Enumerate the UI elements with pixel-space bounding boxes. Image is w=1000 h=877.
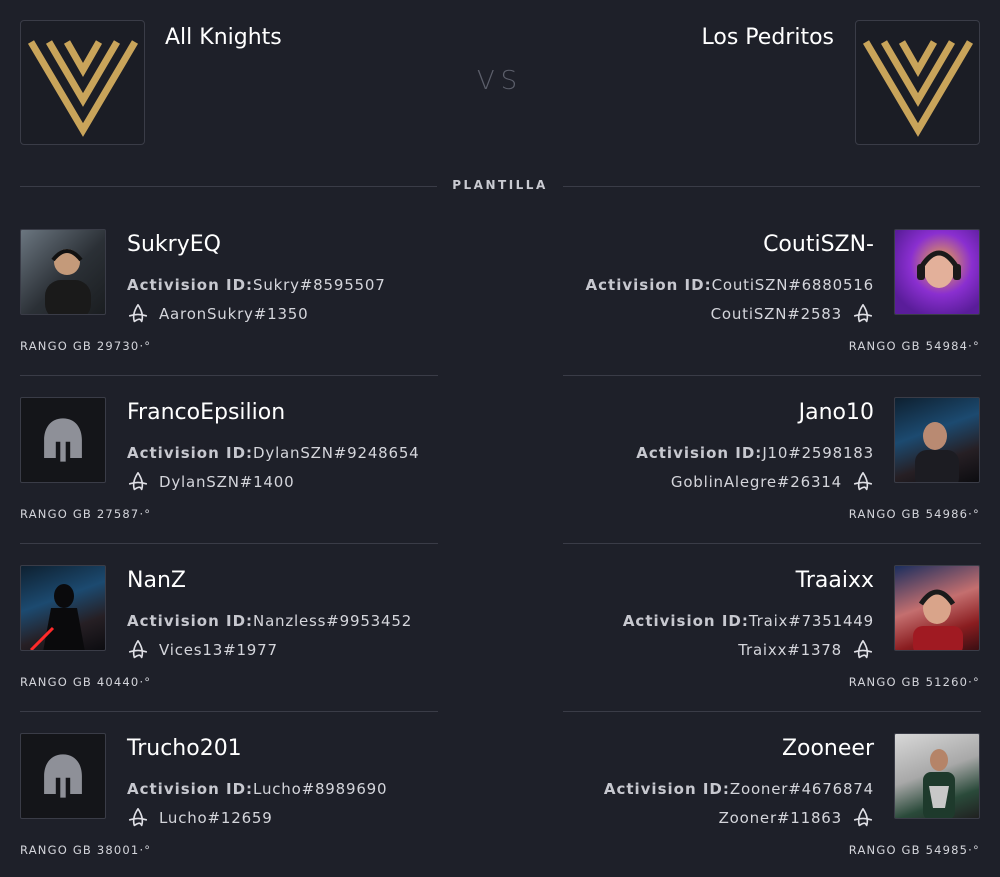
battlenet-icon: [853, 640, 873, 659]
player-name[interactable]: Traaixx: [796, 568, 874, 593]
player-name[interactable]: Jano10: [799, 400, 874, 425]
row-divider: [20, 711, 438, 712]
player-card-right-3[interactable]: Traaixx Activision ID:Traix#7351449 Trai…: [520, 565, 980, 705]
player-card-left-4[interactable]: Trucho201 Activision ID:Lucho#8989690 Lu…: [20, 733, 480, 873]
battlenet-id-value: Lucho#12659: [159, 809, 273, 827]
activision-id: Activision ID:DylanSZN#9248654: [127, 444, 420, 462]
battlenet-id: CoutiSZN#2583: [711, 303, 874, 325]
activision-id-value: Nanzless#9953452: [253, 612, 413, 630]
player-card-right-1[interactable]: CoutiSZN- Activision ID:CoutiSZN#6880516…: [520, 229, 980, 369]
team-b-logo[interactable]: [855, 20, 980, 145]
activision-id: Activision ID:Lucho#8989690: [127, 780, 387, 798]
row-divider: [20, 543, 438, 544]
activision-id: Activision ID:CoutiSZN#6880516: [586, 276, 874, 294]
helmet-icon: [44, 754, 82, 798]
activision-id-value: Sukry#8595507: [253, 276, 386, 294]
activision-id: Activision ID:Nanzless#9953452: [127, 612, 412, 630]
battlenet-icon: [128, 640, 148, 659]
player-name[interactable]: Zooneer: [782, 736, 874, 761]
player-name[interactable]: CoutiSZN-: [763, 232, 874, 257]
player-avatar[interactable]: [20, 229, 106, 315]
battlenet-id-value: GoblinAlegre#26314: [670, 473, 842, 491]
helmet-icon: [44, 418, 82, 462]
activision-id-label: Activision ID:: [127, 780, 254, 798]
activision-id: Activision ID:Sukry#8595507: [127, 276, 386, 294]
activision-id-label: Activision ID:: [127, 444, 254, 462]
activision-id: Activision ID:Traix#7351449: [623, 612, 874, 630]
player-card-right-2[interactable]: Jano10 Activision ID:J10#2598183 GoblinA…: [520, 397, 980, 537]
player-avatar[interactable]: [894, 733, 980, 819]
activision-id-value: Lucho#8989690: [253, 780, 388, 798]
activision-id: Activision ID:Zooner#4676874: [604, 780, 874, 798]
battlenet-icon: [853, 472, 873, 491]
battlenet-icon: [853, 808, 873, 827]
activision-id-value: Traix#7351449: [748, 612, 874, 630]
row-divider: [563, 375, 981, 376]
battlenet-icon: [853, 304, 873, 323]
team-a-name[interactable]: All Knights: [165, 25, 282, 50]
activision-id-label: Activision ID:: [127, 612, 254, 630]
battlenet-id: Vices13#1977: [127, 639, 278, 661]
section-title: PLANTILLA: [452, 178, 548, 192]
row-divider: [563, 543, 981, 544]
player-name[interactable]: SukryEQ: [127, 232, 221, 257]
player-avatar[interactable]: [894, 397, 980, 483]
battlenet-id-value: Zooner#11863: [718, 809, 842, 827]
player-rank: RANGO GB 40440·°: [20, 675, 152, 689]
activision-id-value: J10#2598183: [762, 444, 874, 462]
row-divider: [20, 375, 438, 376]
player-rank: RANGO GB 54984·°: [848, 339, 980, 353]
activision-id-value: DylanSZN#9248654: [253, 444, 420, 462]
player-rank: RANGO GB 27587·°: [20, 507, 152, 521]
battlenet-id: DylanSZN#1400: [127, 471, 294, 493]
battlenet-id-value: DylanSZN#1400: [159, 473, 295, 491]
player-avatar[interactable]: [20, 397, 106, 483]
player-avatar[interactable]: [20, 565, 106, 651]
section-divider-right: [563, 186, 980, 187]
activision-id-label: Activision ID:: [603, 780, 730, 798]
player-card-left-3[interactable]: NanZ Activision ID:Nanzless#9953452 Vice…: [20, 565, 480, 705]
player-rank: RANGO GB 29730·°: [20, 339, 152, 353]
activision-id-value: Zooner#4676874: [729, 780, 874, 798]
player-card-left-1[interactable]: SukryEQ Activision ID:Sukry#8595507 Aaro…: [20, 229, 480, 369]
player-name[interactable]: NanZ: [127, 568, 186, 593]
vs-label: VS: [476, 66, 524, 96]
battlenet-icon: [128, 808, 148, 827]
player-rank: RANGO GB 51260·°: [848, 675, 980, 689]
player-avatar[interactable]: [894, 229, 980, 315]
activision-id-label: Activision ID:: [622, 612, 749, 630]
player-rank: RANGO GB 54986·°: [848, 507, 980, 521]
activision-id-value: CoutiSZN#6880516: [711, 276, 874, 294]
gold-v-logo-icon: [862, 39, 973, 137]
battlenet-id: Zooner#11863: [719, 807, 874, 829]
player-name[interactable]: Trucho201: [127, 736, 242, 761]
activision-id-label: Activision ID:: [127, 276, 254, 294]
row-divider: [563, 711, 981, 712]
player-name[interactable]: FrancoEpsilion: [127, 400, 285, 425]
battlenet-id-value: Traixx#1378: [738, 641, 842, 659]
player-avatar[interactable]: [894, 565, 980, 651]
activision-id: Activision ID:J10#2598183: [636, 444, 874, 462]
activision-id-label: Activision ID:: [636, 444, 763, 462]
battlenet-id: Lucho#12659: [127, 807, 273, 829]
battlenet-id: Traixx#1378: [738, 639, 874, 661]
battlenet-icon: [128, 472, 148, 491]
player-rank: RANGO GB 38001·°: [20, 843, 152, 857]
battlenet-id-value: AaronSukry#1350: [159, 305, 309, 323]
battlenet-id-value: Vices13#1977: [159, 641, 278, 659]
player-card-left-2[interactable]: FrancoEpsilion Activision ID:DylanSZN#92…: [20, 397, 480, 537]
battlenet-id: AaronSukry#1350: [127, 303, 308, 325]
battlenet-id: GoblinAlegre#26314: [671, 471, 874, 493]
player-card-right-4[interactable]: Zooneer Activision ID:Zooner#4676874 Zoo…: [520, 733, 980, 873]
team-b-name[interactable]: Los Pedritos: [702, 25, 834, 50]
activision-id-label: Activision ID:: [585, 276, 712, 294]
battlenet-id-value: CoutiSZN#2583: [710, 305, 842, 323]
player-rank: RANGO GB 54985·°: [848, 843, 980, 857]
battlenet-icon: [128, 304, 148, 323]
player-avatar[interactable]: [20, 733, 106, 819]
